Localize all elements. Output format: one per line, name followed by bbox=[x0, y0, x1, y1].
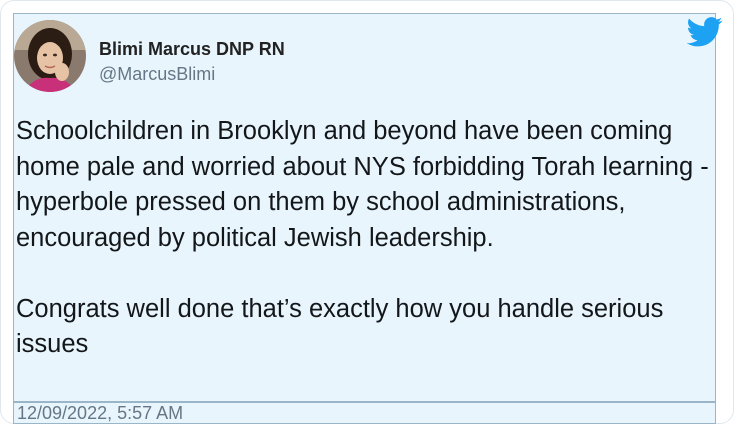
tweet-paragraph: Schoolchildren in Brooklyn and beyond ha… bbox=[16, 117, 709, 252]
author-handle[interactable]: @MarcusBlimi bbox=[99, 62, 285, 86]
twitter-bird-icon[interactable] bbox=[686, 17, 723, 47]
page: Blimi Marcus DNP RN @MarcusBlimi Schoolc… bbox=[0, 0, 743, 430]
tweet-content-area: Blimi Marcus DNP RN @MarcusBlimi Schoolc… bbox=[13, 13, 723, 402]
avatar-image bbox=[14, 20, 86, 92]
tweet-text: Schoolchildren in Brooklyn and beyond ha… bbox=[16, 114, 711, 363]
tweet-timestamp[interactable]: 12/09/2022, 5:57 AM bbox=[17, 403, 183, 423]
tweet-paragraph: Congrats well done that’s exactly how yo… bbox=[16, 294, 664, 359]
author-info: Blimi Marcus DNP RN @MarcusBlimi bbox=[99, 38, 285, 86]
author-name[interactable]: Blimi Marcus DNP RN bbox=[99, 38, 285, 60]
avatar[interactable] bbox=[14, 20, 86, 92]
timestamp-area: 12/09/2022, 5:57 AM bbox=[13, 402, 716, 424]
tweet-card[interactable]: Blimi Marcus DNP RN @MarcusBlimi Schoolc… bbox=[0, 0, 734, 424]
